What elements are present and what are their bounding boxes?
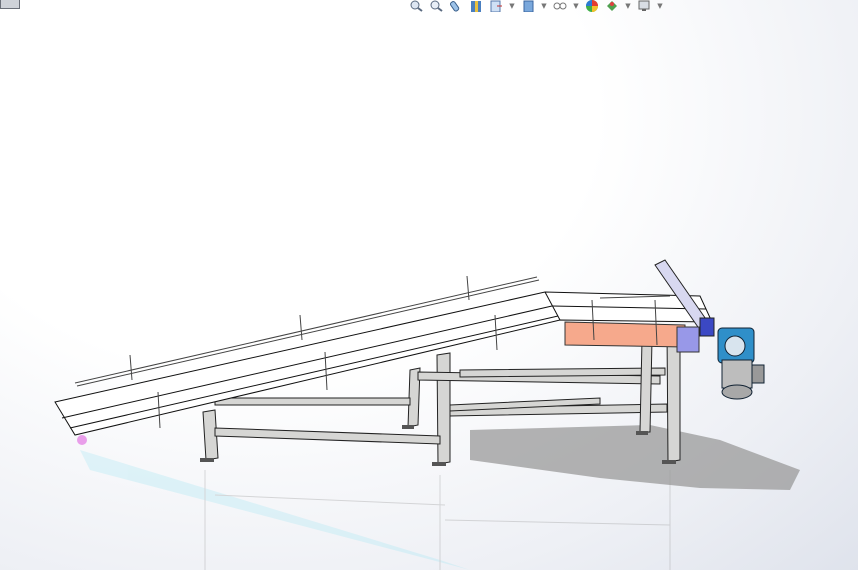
bearing-block (699, 317, 715, 337)
model-shadow (470, 425, 800, 490)
conveyor-belt (54, 291, 713, 436)
gear-motor (717, 327, 765, 400)
side-bracket (676, 326, 700, 353)
graphics-area[interactable] (0, 0, 858, 570)
tail-pulley (77, 435, 87, 445)
side-panel (564, 321, 686, 348)
